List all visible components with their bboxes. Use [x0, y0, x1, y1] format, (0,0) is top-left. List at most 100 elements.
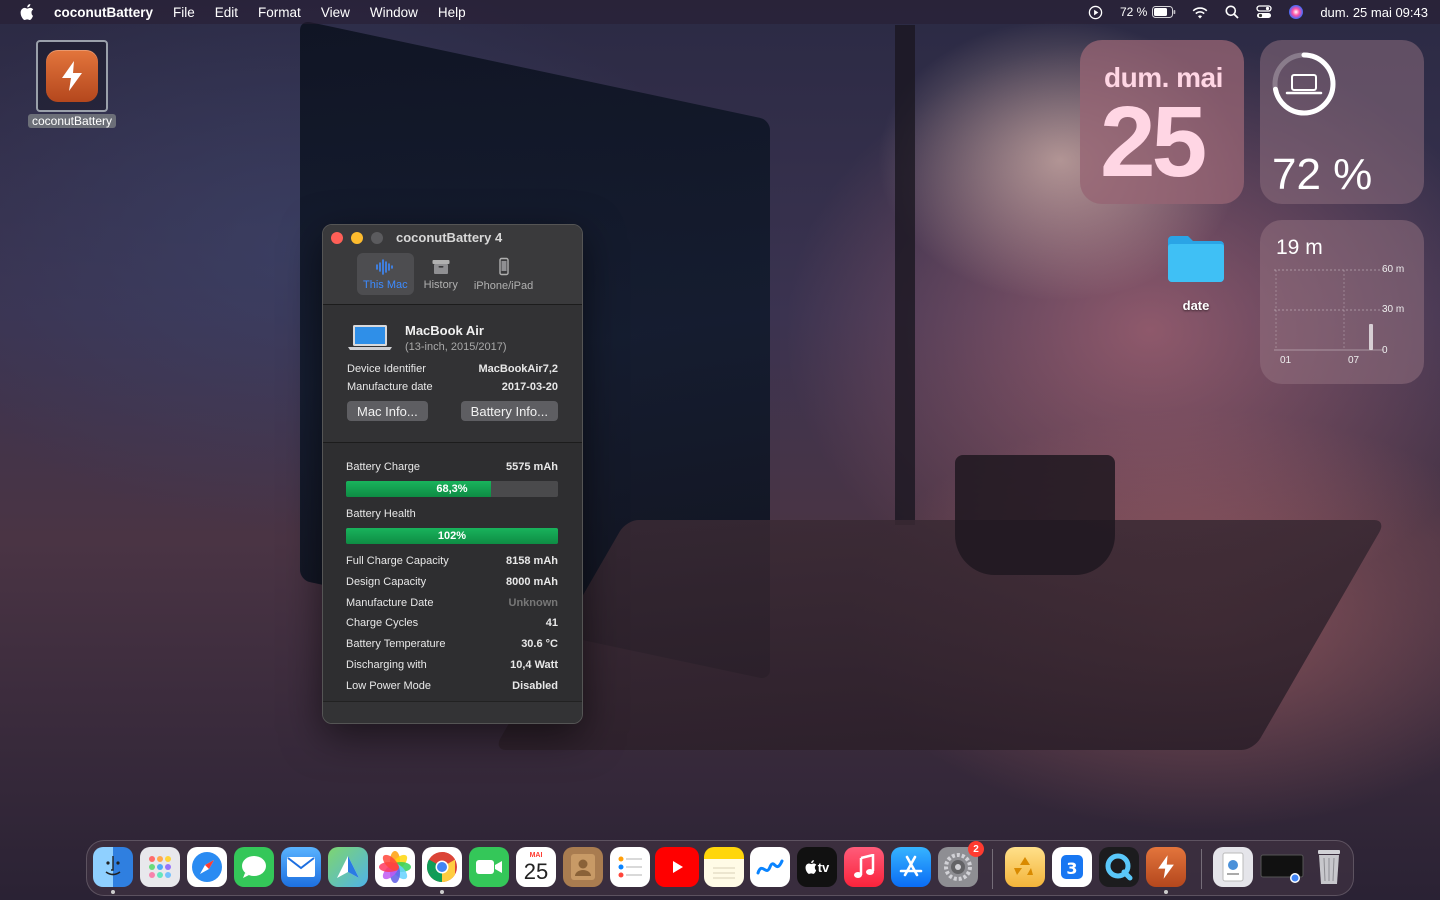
app-store-icon[interactable] [891, 847, 931, 887]
battery-status[interactable]: 72 % [1120, 4, 1176, 20]
battery-health-bar-text: 102% [437, 529, 467, 542]
control-center-icon[interactable] [1256, 4, 1272, 20]
finder-icon[interactable] [93, 847, 133, 887]
maps-icon[interactable] [328, 847, 368, 887]
settings-badge: 2 [968, 841, 984, 857]
music-icon[interactable] [844, 847, 884, 887]
battery-detail-value: 30.6 °C [521, 638, 558, 651]
spotlight-search-icon[interactable] [1224, 4, 1240, 20]
freeform-icon[interactable] [750, 847, 790, 887]
battery-detail-label: Charge Cycles [346, 617, 419, 630]
play-circle-icon[interactable] [1088, 4, 1104, 20]
quicktime-icon[interactable] [1099, 847, 1139, 887]
window-bottom-bar [323, 701, 582, 723]
safari-icon[interactable] [187, 847, 227, 887]
folder-label: date [1182, 298, 1210, 313]
window-toolbar: coconutBattery 4 This Mac History iPhone… [323, 225, 582, 305]
tab-iphone-ipad[interactable]: iPhone/iPad [468, 253, 539, 295]
menu-view[interactable]: View [321, 5, 350, 20]
tab-this-mac[interactable]: This Mac [357, 253, 414, 295]
manufacture-date-value: 2017-03-20 [501, 381, 558, 393]
desktop-app-icon-box [36, 40, 108, 112]
desktop-folder-date[interactable]: date [1164, 232, 1228, 313]
menu-format[interactable]: Format [258, 5, 301, 20]
menu-window[interactable]: Window [370, 5, 418, 20]
waveform-icon [376, 258, 394, 275]
battery-info-button[interactable]: Battery Info... [460, 401, 558, 421]
battery-charge-value: 5575 mAh [506, 461, 558, 474]
finder-running-indicator [111, 890, 115, 894]
toolbar-tabs: This Mac History iPhone/iPad [357, 253, 539, 295]
calendar-icon[interactable]: MAI 25 [516, 847, 556, 887]
battery-charge-bar: 68,3% [346, 480, 558, 497]
manufacture-date-label: Manufacture date [347, 381, 433, 393]
screen-time-total: 19 m [1276, 236, 1323, 259]
screen-time-tick-0: 0 [1382, 345, 1388, 356]
apple-tv-icon[interactable]: tv [797, 847, 837, 887]
battery-health-row: Battery Health [346, 504, 558, 525]
photos-icon[interactable] [375, 847, 415, 887]
notes-icon[interactable] [704, 847, 744, 887]
screen-time-widget[interactable]: 19 m 60 m 30 m 0 01 07 [1260, 220, 1424, 384]
youtube-icon[interactable] [655, 847, 699, 887]
battery-detail-value: 8158 mAh [506, 554, 558, 567]
window-controls [331, 232, 383, 244]
messages-icon[interactable] [234, 847, 274, 887]
zoom-button[interactable] [371, 232, 383, 244]
reminders-icon[interactable] [610, 847, 650, 887]
menu-app-name[interactable]: coconutBattery [54, 5, 153, 20]
battery-detail-row: Battery Temperature 30.6 °C [346, 634, 558, 655]
battery-detail-value: 10,4 Watt [510, 658, 558, 671]
menu-file[interactable]: File [173, 5, 195, 20]
coconutbattery-icon [46, 50, 98, 102]
battery-ring-icon [1272, 52, 1336, 116]
desktop-app-icon[interactable]: coconutBattery [20, 40, 124, 130]
tab-history[interactable]: History [418, 253, 464, 295]
device-identifier-row: Device Identifier MacBookAir7,2 [347, 363, 558, 375]
hash-app-icon[interactable]: 3 [1052, 847, 1092, 887]
screen-time-tick-60: 60 m [1382, 264, 1405, 275]
tab-history-label: History [423, 278, 458, 291]
calendar-widget[interactable]: dum. mai 25 [1080, 40, 1244, 204]
battery-widget[interactable]: 72 % [1260, 40, 1424, 204]
macbook-icon [348, 325, 392, 350]
device-info-section: MacBook Air (13-inch, 2015/2017) Device … [323, 305, 582, 443]
device-buttons: Mac Info... Battery Info... [347, 401, 558, 421]
minimize-button[interactable] [351, 232, 363, 244]
tab-this-mac-label: This Mac [363, 278, 408, 291]
siri-icon[interactable] [1288, 4, 1304, 20]
coconutbattery-dock-icon[interactable] [1146, 847, 1186, 887]
screen-time-tick-01: 01 [1280, 355, 1292, 366]
menu-edit[interactable]: Edit [215, 5, 238, 20]
launchpad-icon[interactable] [140, 847, 180, 887]
apple-menu-icon[interactable] [20, 4, 38, 20]
menu-help[interactable]: Help [438, 5, 466, 20]
device-name: MacBook Air [405, 323, 484, 338]
mail-icon[interactable] [281, 847, 321, 887]
close-button[interactable] [331, 232, 343, 244]
device-header: MacBook Air (13-inch, 2015/2017) [347, 323, 558, 353]
svg-text:3: 3 [1066, 859, 1077, 878]
battery-charge-row: Battery Charge 5575 mAh [346, 457, 558, 478]
screen-recording-icon[interactable] [1260, 847, 1304, 887]
menu-clock[interactable]: dum. 25 mai 09:43 [1320, 5, 1428, 20]
contacts-icon[interactable] [563, 847, 603, 887]
recycle-app-icon[interactable] [1005, 847, 1045, 887]
battery-percent-text: 72 % [1119, 5, 1148, 19]
battery-detail-label: Battery Temperature [346, 638, 446, 651]
wifi-icon[interactable] [1192, 4, 1208, 20]
chrome-icon[interactable] [422, 847, 462, 887]
system-settings-icon[interactable]: 2 [938, 841, 984, 887]
battery-detail-row: Full Charge Capacity 8158 mAh [346, 551, 558, 572]
preview-document-icon[interactable] [1213, 847, 1253, 887]
trash-icon[interactable] [1309, 847, 1349, 887]
battery-detail-value: Disabled [512, 679, 558, 692]
battery-health-bar: 102% [346, 527, 558, 544]
facetime-icon[interactable] [469, 847, 509, 887]
archive-box-icon [432, 259, 450, 274]
battery-charge-label: Battery Charge [346, 461, 420, 474]
mac-info-button[interactable]: Mac Info... [347, 401, 428, 421]
battery-detail-label: Discharging with [346, 658, 427, 671]
screen-time-tick-07: 07 [1348, 355, 1360, 366]
chrome-running-indicator [440, 890, 444, 894]
